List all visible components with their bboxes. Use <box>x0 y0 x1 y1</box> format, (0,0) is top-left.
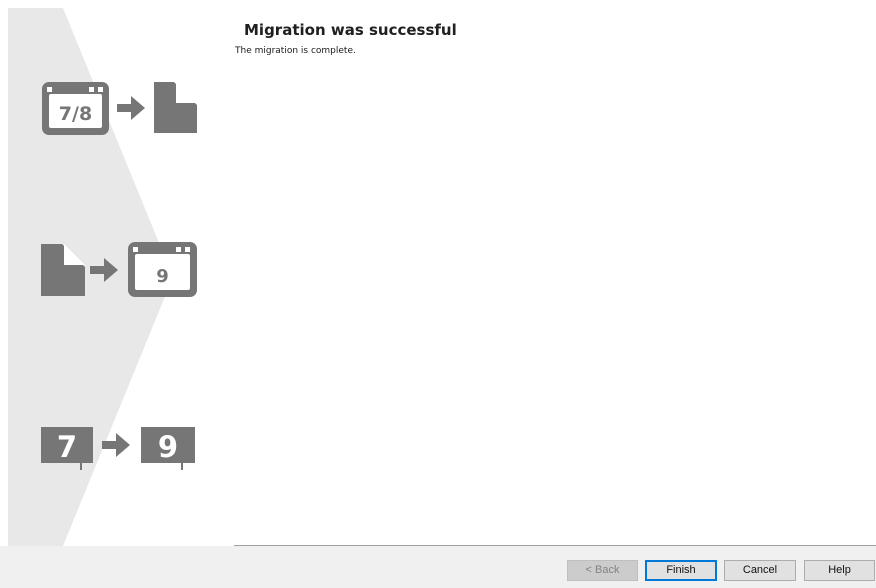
arrow-right-icon <box>117 96 145 120</box>
step-version-to-file: 7/8 <box>42 82 197 135</box>
side-panel-graphic: 7/8 9 7 9 <box>8 8 197 546</box>
page-description: The migration is complete. <box>235 46 356 56</box>
calendar-icon: 9 <box>128 242 197 297</box>
new-version-label: 9 <box>158 430 178 464</box>
version-sign-icon: 9 <box>141 427 195 470</box>
content-area: Migration was successful The migration i… <box>234 0 876 545</box>
step-version-upgrade: 7 9 <box>41 427 195 470</box>
migration-wizard-window: 7/8 9 7 9 Migration was successful The m… <box>0 0 876 588</box>
back-button[interactable]: < Back <box>567 560 638 581</box>
cancel-button[interactable]: Cancel <box>724 560 796 581</box>
file-fold-icon <box>176 82 197 103</box>
target-version-label: 9 <box>156 266 169 287</box>
button-bar: < Back Finish Cancel Help <box>0 546 876 588</box>
page-title: Migration was successful <box>244 21 457 39</box>
old-version-label: 7 <box>57 430 77 464</box>
finish-button[interactable]: Finish <box>645 560 717 581</box>
file-icon <box>154 82 197 133</box>
source-version-label: 7/8 <box>59 103 92 125</box>
help-button[interactable]: Help <box>804 560 875 581</box>
side-panel: 7/8 9 7 9 <box>8 8 230 546</box>
calendar-icon: 7/8 <box>42 82 109 135</box>
